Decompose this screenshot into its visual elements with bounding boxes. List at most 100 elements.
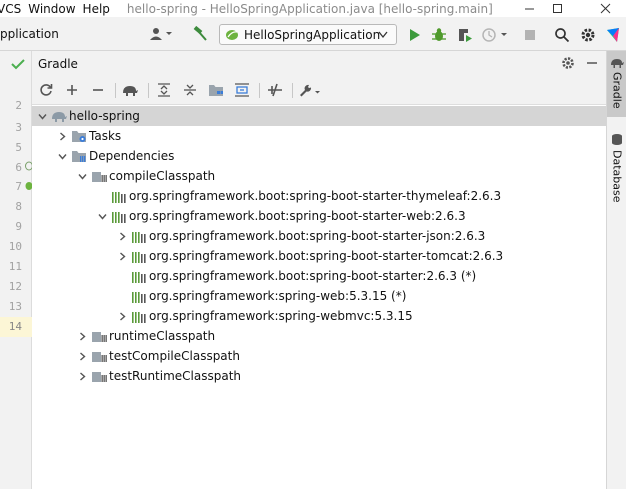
chevron-down-icon	[57, 153, 67, 160]
run-icon	[410, 29, 420, 41]
refresh-icon	[40, 84, 53, 96]
navigation-toolbar: pplication HelloSpringApplication	[0, 17, 626, 51]
window-title: hello-spring - HelloSpringApplication.ja…	[126, 1, 493, 16]
tree-toggle[interactable]	[114, 248, 130, 264]
chevron-down-icon	[97, 213, 107, 220]
run-with-coverage-button[interactable]	[456, 26, 474, 44]
account-button[interactable]	[148, 26, 174, 42]
maximize-button[interactable]	[542, 0, 572, 17]
tree-toggle[interactable]	[54, 128, 70, 144]
tree-node-dependency[interactable]: org.springframework.boot:spring-boot-sta…	[32, 266, 476, 286]
search-icon	[555, 28, 570, 43]
spring-leaf-icon	[226, 30, 238, 40]
tree-node-dependency[interactable]: org.springframework.boot:spring-boot-sta…	[32, 246, 503, 266]
tree-toggle[interactable]	[54, 148, 70, 164]
gradle-elephant-icon	[50, 108, 67, 124]
wrench-icon	[300, 84, 320, 97]
database-tool-tab[interactable]: Database	[607, 127, 626, 203]
tree-node-dependency[interactable]: org.springframework:spring-web:5.3.15 (*…	[32, 286, 406, 306]
chevron-down-icon	[37, 113, 47, 120]
menu-help[interactable]: Help	[83, 2, 117, 16]
line-number: 12	[8, 280, 22, 293]
tree-node-project[interactable]: hello-spring	[32, 106, 606, 126]
tree-node-dependency[interactable]: org.springframework.boot:spring-boot-sta…	[32, 226, 485, 246]
hide-panel-button[interactable]	[582, 53, 602, 73]
tree-node-label: org.springframework.boot:spring-boot-sta…	[149, 229, 486, 243]
run-button[interactable]	[405, 26, 423, 44]
line-number: 7	[15, 180, 22, 193]
build-button[interactable]	[190, 25, 210, 43]
chevron-right-icon	[119, 311, 126, 321]
tree-toggle-empty	[114, 268, 130, 284]
breadcrumb[interactable]: pplication	[0, 27, 59, 41]
chevron-right-icon	[79, 351, 86, 361]
gradle-panel-header: Gradle	[32, 51, 606, 75]
tree-node-label: org.springframework:spring-webmvc:5.3.15	[149, 309, 413, 323]
tree-node-test-runtime-classpath[interactable]: testRuntimeClasspath	[32, 366, 241, 386]
collapse-all-button[interactable]	[180, 80, 200, 100]
expand-all-button[interactable]	[154, 80, 174, 100]
configuration-icon	[90, 368, 107, 384]
gradle-tool-tab[interactable]: Gradle	[607, 51, 626, 117]
stop-button[interactable]	[521, 26, 539, 44]
more-options-icon[interactable]	[17, 35, 21, 49]
panel-options-button[interactable]	[558, 53, 578, 73]
tree-toggle[interactable]	[74, 168, 90, 184]
line-number: 6	[15, 161, 22, 174]
gear-icon	[562, 57, 574, 69]
folder-modules-icon	[209, 85, 223, 96]
tree-toggle[interactable]	[34, 108, 50, 124]
group-modules-button[interactable]	[206, 80, 226, 100]
tree-toggle[interactable]	[114, 308, 130, 324]
tree-node-dependency[interactable]: org.springframework:spring-webmvc:5.3.15	[32, 306, 413, 326]
tree-node-dependency[interactable]: org.springframework.boot:spring-boot-sta…	[32, 186, 501, 206]
reload-button[interactable]	[36, 80, 56, 100]
tree-node-dependencies[interactable]: Dependencies	[32, 146, 174, 166]
tree-node-dependency[interactable]: org.springframework.boot:spring-boot-sta…	[32, 206, 466, 226]
right-tool-strip: Gradle Database	[606, 51, 626, 489]
tree-toggle-empty	[114, 288, 130, 304]
menu-window[interactable]: Window	[28, 2, 82, 16]
tree-node-label: org.springframework.boot:spring-boot-sta…	[129, 209, 466, 223]
gradle-tab-label: Gradle	[610, 72, 624, 109]
chevron-down-icon	[378, 31, 388, 39]
minimize-button[interactable]	[514, 0, 544, 17]
build-tool-settings-button[interactable]	[298, 80, 322, 100]
tree-toggle[interactable]	[114, 228, 130, 244]
menu-vcs[interactable]: VCS	[0, 2, 28, 16]
tree-toggle[interactable]	[74, 328, 90, 344]
tree-toggle[interactable]	[74, 368, 90, 384]
tree-toggle[interactable]	[94, 208, 110, 224]
line-number: 11	[8, 260, 22, 273]
tree-node-runtime-classpath[interactable]: runtimeClasspath	[32, 326, 215, 346]
profile-button[interactable]	[481, 26, 509, 44]
tree-node-tasks[interactable]: Tasks	[32, 126, 121, 146]
library-icon	[130, 268, 147, 284]
tree-toggle[interactable]	[74, 348, 90, 364]
link-project-button[interactable]	[62, 80, 82, 100]
coverage-icon	[459, 29, 472, 42]
close-window-button[interactable]	[590, 0, 620, 17]
line-number: 9	[15, 220, 22, 233]
tree-node-compile-classpath[interactable]: compileClasspath	[32, 166, 215, 186]
tree-node-label: org.springframework.boot:spring-boot-sta…	[149, 269, 477, 283]
collapse-all-icon	[184, 84, 196, 96]
unlink-project-button[interactable]	[88, 80, 108, 100]
search-everywhere-button[interactable]	[553, 26, 571, 44]
chevron-right-icon	[79, 331, 86, 341]
settings-button[interactable]	[579, 26, 597, 44]
toggle-offline-mode-button[interactable]	[265, 80, 285, 100]
debug-button[interactable]	[430, 26, 448, 44]
show-dependencies-button[interactable]	[232, 80, 252, 100]
execute-gradle-task-button[interactable]	[120, 80, 140, 100]
line-number: 5	[15, 141, 22, 154]
stop-icon	[525, 30, 535, 40]
configuration-icon	[90, 348, 107, 364]
jetbrains-toolbox-button[interactable]	[604, 26, 622, 44]
tree-node-test-compile-classpath[interactable]: testCompileClasspath	[32, 346, 240, 366]
tree-node-label: Dependencies	[89, 149, 175, 163]
gradle-tool-window: Gradle hello-spring Tasks Dependencies c…	[32, 51, 606, 489]
run-configuration-selector[interactable]: HelloSpringApplication	[219, 24, 397, 45]
plus-icon	[67, 85, 77, 95]
chevron-right-icon	[79, 371, 86, 381]
